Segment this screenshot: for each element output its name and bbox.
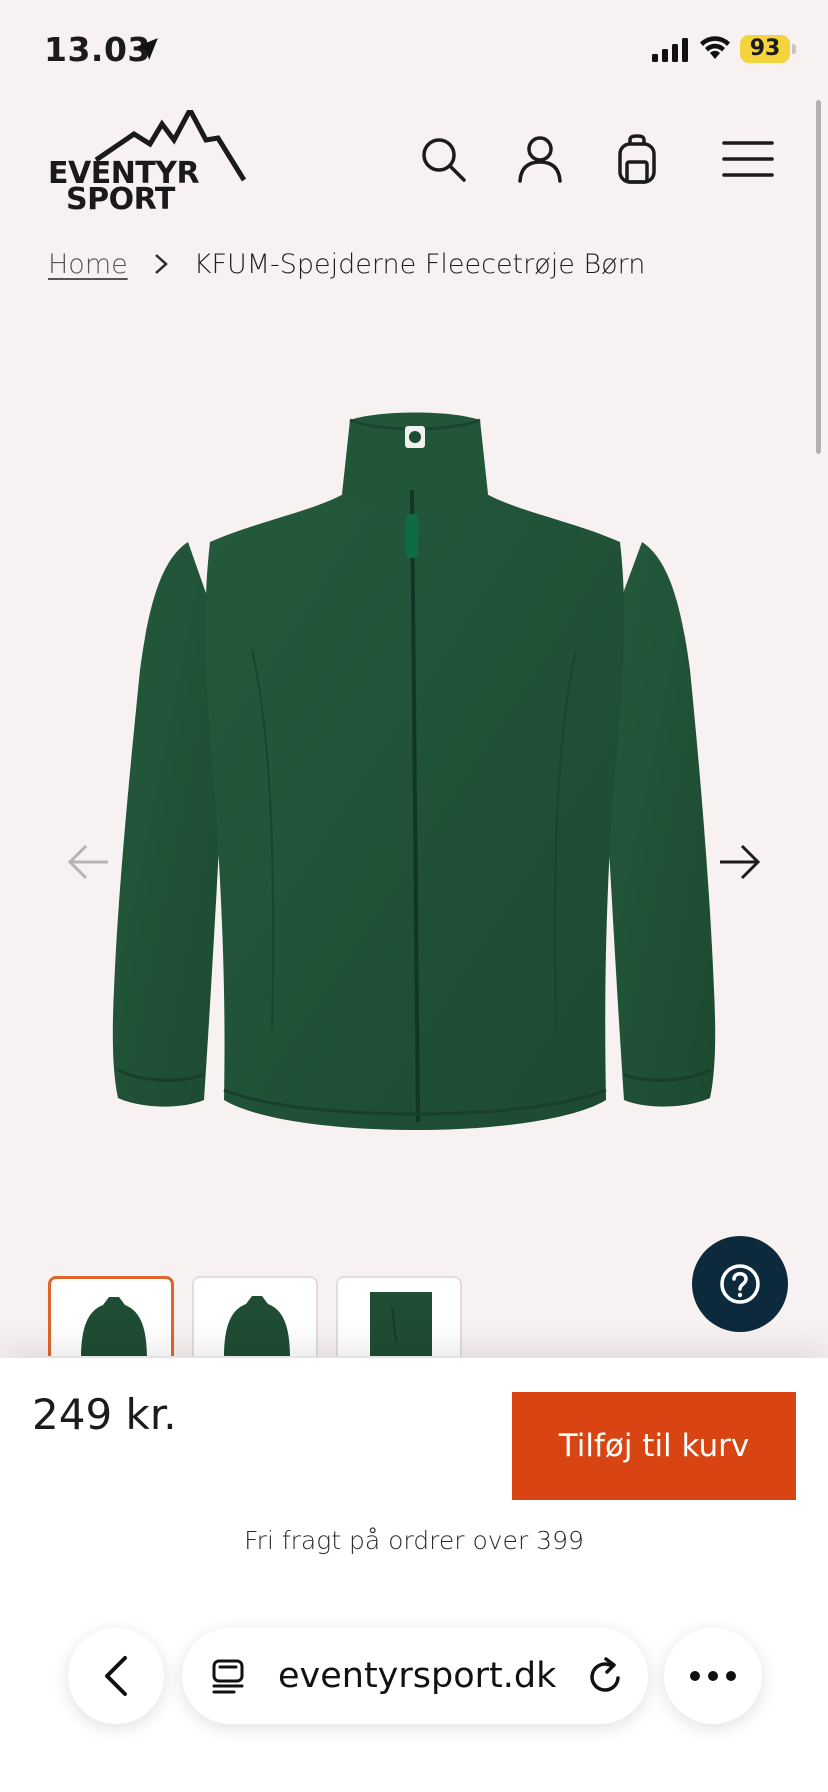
product-image[interactable] bbox=[100, 410, 730, 1150]
hamburger-menu-icon[interactable] bbox=[722, 134, 774, 184]
free-shipping-note: Fri fragt på ordrer over 399 bbox=[244, 1526, 584, 1555]
page-scrollbar[interactable] bbox=[816, 100, 821, 454]
tabs-page-icon[interactable] bbox=[210, 1658, 246, 1694]
product-price: 249 kr. bbox=[32, 1390, 177, 1439]
product-thumbnail-2[interactable] bbox=[192, 1276, 318, 1356]
breadcrumb: Home KFUM-Spejderne Fleecetrøje Børn bbox=[48, 244, 645, 284]
location-arrow-icon bbox=[136, 38, 158, 60]
product-thumbnail-1[interactable] bbox=[48, 1276, 174, 1356]
browser-more-button[interactable] bbox=[664, 1628, 762, 1724]
eventyr-sport-logo[interactable]: EVENTYR SPORT bbox=[46, 110, 246, 217]
help-button[interactable] bbox=[692, 1236, 788, 1332]
browser-url-text[interactable]: eventyrsport.dk bbox=[278, 1628, 556, 1724]
chevron-left-icon bbox=[105, 1656, 127, 1696]
search-icon[interactable] bbox=[418, 134, 468, 184]
browser-back-button[interactable] bbox=[68, 1628, 164, 1724]
product-thumbnail-3[interactable] bbox=[336, 1276, 462, 1356]
previous-image-arrow-icon[interactable] bbox=[66, 842, 110, 882]
cellular-signal-icon bbox=[652, 38, 688, 62]
logo-text-sport: SPORT bbox=[66, 182, 175, 217]
wifi-icon bbox=[700, 36, 730, 59]
add-to-cart-button[interactable]: Tilføj til kurv bbox=[512, 1392, 796, 1500]
browser-address-bar[interactable]: eventyrsport.dk bbox=[182, 1628, 648, 1724]
question-mark-icon bbox=[720, 1264, 760, 1304]
reload-icon[interactable] bbox=[586, 1656, 626, 1696]
purchase-panel: 249 kr. Tilføj til kurv Fri fragt på ord… bbox=[0, 1358, 828, 1792]
battery-indicator: 93 bbox=[740, 35, 790, 63]
more-dots-icon bbox=[690, 1671, 736, 1681]
chevron-right-icon bbox=[154, 253, 168, 275]
next-image-arrow-icon[interactable] bbox=[718, 842, 762, 882]
breadcrumb-home-link[interactable]: Home bbox=[48, 249, 128, 280]
user-account-icon[interactable] bbox=[515, 134, 565, 184]
shopping-bag-icon[interactable] bbox=[612, 134, 662, 184]
battery-nub bbox=[792, 44, 796, 54]
breadcrumb-current-page: KFUM-Spejderne Fleecetrøje Børn bbox=[193, 248, 646, 280]
status-bar: 13.03 93 bbox=[0, 0, 828, 96]
